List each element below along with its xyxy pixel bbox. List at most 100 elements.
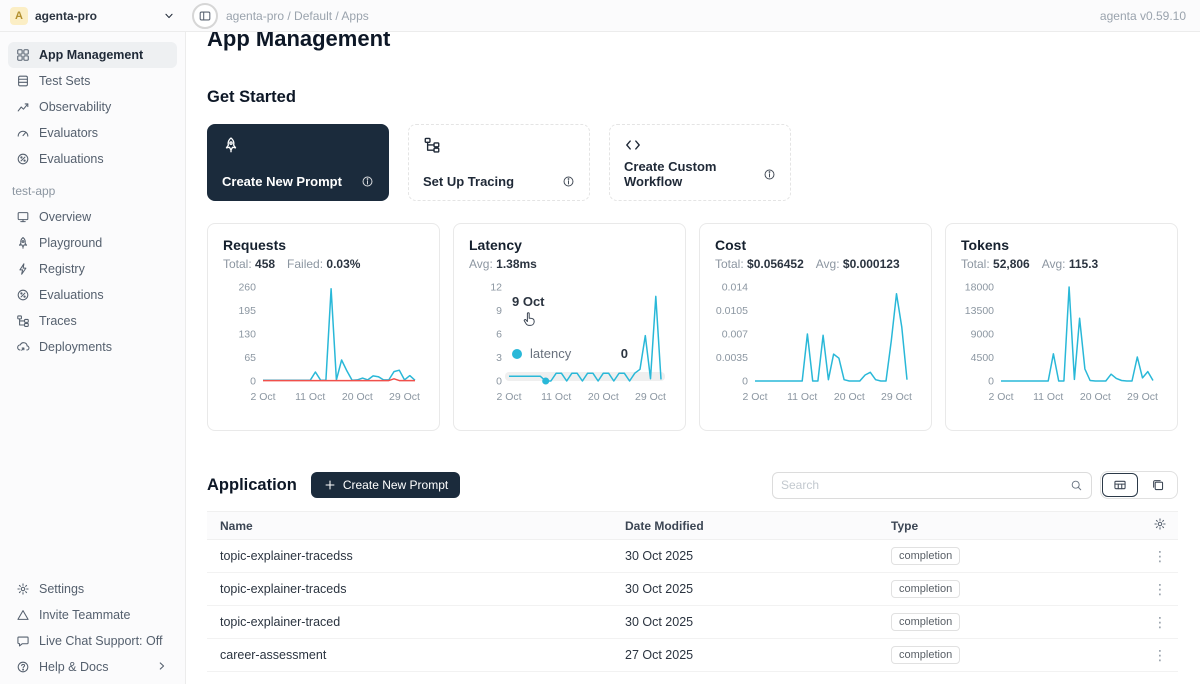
plus-icon bbox=[323, 478, 337, 492]
row-menu-button[interactable]: ⋮ bbox=[1140, 581, 1178, 598]
rocket-icon bbox=[16, 236, 30, 250]
workspace-name: agenta-pro bbox=[35, 9, 155, 23]
sidebar-item-evaluations[interactable]: Evaluations bbox=[8, 282, 177, 308]
search-input[interactable] bbox=[781, 478, 1064, 492]
application-header-row: Application Create New Prompt bbox=[207, 471, 1178, 499]
sidebar-item-label: Traces bbox=[39, 314, 77, 328]
metric-title: Latency bbox=[469, 237, 670, 253]
table-row[interactable]: topic-explainer-traced30 Oct 2025complet… bbox=[207, 606, 1178, 639]
sidebar-item-playground[interactable]: Playground bbox=[8, 230, 177, 256]
apps-table: Name Date Modified Type topic-explainer-… bbox=[207, 511, 1178, 672]
svg-text:12: 12 bbox=[490, 282, 502, 294]
col-name[interactable]: Name bbox=[207, 519, 612, 533]
info-icon bbox=[763, 168, 776, 181]
sidebar-toggle-button[interactable] bbox=[192, 3, 218, 29]
table-settings-button[interactable] bbox=[1140, 517, 1178, 534]
get-started-card-set-up-tracing[interactable]: Set Up Tracing bbox=[408, 124, 590, 201]
svg-text:20 Oct: 20 Oct bbox=[588, 391, 619, 403]
metric-card-tokens: TokensTotal: 52,806Avg: 115.318000135009… bbox=[945, 223, 1178, 431]
metric-card-latency: LatencyAvg: 1.38ms1296302 Oct11 Oct20 Oc… bbox=[453, 223, 686, 431]
sidebar-app-group: OverviewPlayground Registry Evaluations Tra… bbox=[8, 204, 177, 360]
gear-icon bbox=[1153, 517, 1167, 531]
svg-text:2 Oct: 2 Oct bbox=[742, 391, 767, 403]
sidebar-item-overview[interactable]: Overview bbox=[8, 204, 177, 230]
row-menu-button[interactable]: ⋮ bbox=[1140, 614, 1178, 631]
sidebar-item-label: Evaluations bbox=[39, 152, 104, 166]
sidebar-item-label: Registry bbox=[39, 262, 85, 276]
search-icon bbox=[1070, 479, 1083, 492]
type-tag: completion bbox=[891, 613, 960, 631]
sidebar-item-label: Settings bbox=[39, 582, 84, 596]
app-date-modified: 30 Oct 2025 bbox=[612, 549, 878, 563]
table-row[interactable]: topic-explainer-tracedss30 Oct 2025compl… bbox=[207, 540, 1178, 573]
svg-text:11 Oct: 11 Oct bbox=[295, 391, 325, 403]
table-row[interactable]: career-assessment27 Oct 2025completion⋮ bbox=[207, 639, 1178, 672]
sidebar-item-help-docs[interactable]: Help & Docs bbox=[8, 654, 177, 680]
metric-card-cost: CostTotal: $0.056452Avg: $0.0001230.0140… bbox=[699, 223, 932, 431]
svg-text:11 Oct: 11 Oct bbox=[541, 391, 571, 403]
chart-line-icon bbox=[16, 100, 30, 114]
gear-icon bbox=[16, 582, 30, 596]
sidebar-item-app-management[interactable]: App Management bbox=[8, 42, 177, 68]
svg-text:0.007: 0.007 bbox=[722, 329, 748, 341]
tokens-chart: 18000135009000450002 Oct11 Oct20 Oct29 O… bbox=[961, 279, 1162, 409]
svg-text:29 Oct: 29 Oct bbox=[1127, 391, 1158, 403]
svg-text:0: 0 bbox=[496, 376, 502, 388]
svg-text:0: 0 bbox=[250, 376, 256, 388]
svg-text:18000: 18000 bbox=[965, 282, 994, 294]
sidebar-item-evaluators[interactable]: Evaluators bbox=[8, 120, 177, 146]
sidebar-main-group: App ManagementTest SetsObservability Eval… bbox=[8, 42, 177, 172]
card-view-button[interactable] bbox=[1139, 472, 1177, 498]
table-row[interactable]: topic-explainer-traceds30 Oct 2025comple… bbox=[207, 573, 1178, 606]
sidebar-item-label: Evaluators bbox=[39, 126, 98, 140]
metric-stats: Total: $0.056452Avg: $0.000123 bbox=[715, 257, 916, 271]
col-date-modified[interactable]: Date Modified bbox=[612, 519, 878, 533]
app-name: topic-explainer-traced bbox=[207, 615, 612, 629]
svg-text:20 Oct: 20 Oct bbox=[834, 391, 865, 403]
svg-text:65: 65 bbox=[244, 352, 256, 364]
type-tag: completion bbox=[891, 646, 960, 664]
sidebar-item-evaluations[interactable]: Evaluations bbox=[8, 146, 177, 172]
tooltip-value: 0 bbox=[621, 346, 632, 361]
card-label: Create Custom Workflow bbox=[624, 159, 763, 189]
sidebar: App ManagementTest SetsObservability Eval… bbox=[0, 32, 186, 684]
rocket-icon bbox=[222, 136, 240, 154]
row-menu-button[interactable]: ⋮ bbox=[1140, 647, 1178, 664]
sidebar-item-test-sets[interactable]: Test Sets bbox=[8, 68, 177, 94]
main-content: App Management Get Started Create New Pr… bbox=[186, 0, 1200, 672]
gauge-icon bbox=[16, 126, 30, 140]
create-new-prompt-button[interactable]: Create New Prompt bbox=[311, 472, 460, 498]
sidebar-item-label: Invite Teammate bbox=[39, 608, 130, 622]
hand-cursor-icon bbox=[522, 311, 632, 330]
get-started-card-create-custom-workflow[interactable]: Create Custom Workflow bbox=[609, 124, 791, 201]
sidebar-item-label: Help & Docs bbox=[39, 660, 108, 674]
sidebar-item-deployments[interactable]: Deployments bbox=[8, 334, 177, 360]
panel-icon bbox=[198, 9, 212, 23]
card-label: Set Up Tracing bbox=[423, 174, 514, 189]
sidebar-item-live-chat-support-off[interactable]: Live Chat Support: Off bbox=[8, 628, 177, 654]
sidebar-item-registry[interactable]: Registry bbox=[8, 256, 177, 282]
metric-stats: Total: 458Failed: 0.03% bbox=[223, 257, 424, 271]
sidebar-item-invite-teammate[interactable]: Invite Teammate bbox=[8, 602, 177, 628]
get-started-heading: Get Started bbox=[207, 88, 1178, 107]
sidebar-item-observability[interactable]: Observability bbox=[8, 94, 177, 120]
sidebar-item-label: Evaluations bbox=[39, 288, 104, 302]
sidebar-item-settings[interactable]: Settings bbox=[8, 576, 177, 602]
workspace-switcher[interactable]: A agenta-pro bbox=[0, 7, 186, 25]
help-icon bbox=[16, 660, 30, 674]
table-icon bbox=[16, 74, 30, 88]
row-menu-button[interactable]: ⋮ bbox=[1140, 548, 1178, 565]
svg-text:11 Oct: 11 Oct bbox=[1033, 391, 1063, 403]
metric-card-requests: RequestsTotal: 458Failed: 0.03%260195130… bbox=[207, 223, 440, 431]
table-header: Name Date Modified Type bbox=[207, 511, 1178, 540]
get-started-card-create-new-prompt[interactable]: Create New Prompt bbox=[207, 124, 389, 201]
sidebar-item-traces[interactable]: Traces bbox=[8, 308, 177, 334]
svg-text:0.0105: 0.0105 bbox=[716, 305, 748, 317]
svg-text:130: 130 bbox=[238, 329, 256, 341]
col-type[interactable]: Type bbox=[878, 519, 1140, 533]
cloud-arrow-icon bbox=[16, 340, 30, 354]
app-version: agenta v0.59.10 bbox=[1100, 9, 1200, 23]
table-view-button[interactable] bbox=[1102, 473, 1138, 497]
type-tag: completion bbox=[891, 580, 960, 598]
svg-text:29 Oct: 29 Oct bbox=[635, 391, 666, 403]
